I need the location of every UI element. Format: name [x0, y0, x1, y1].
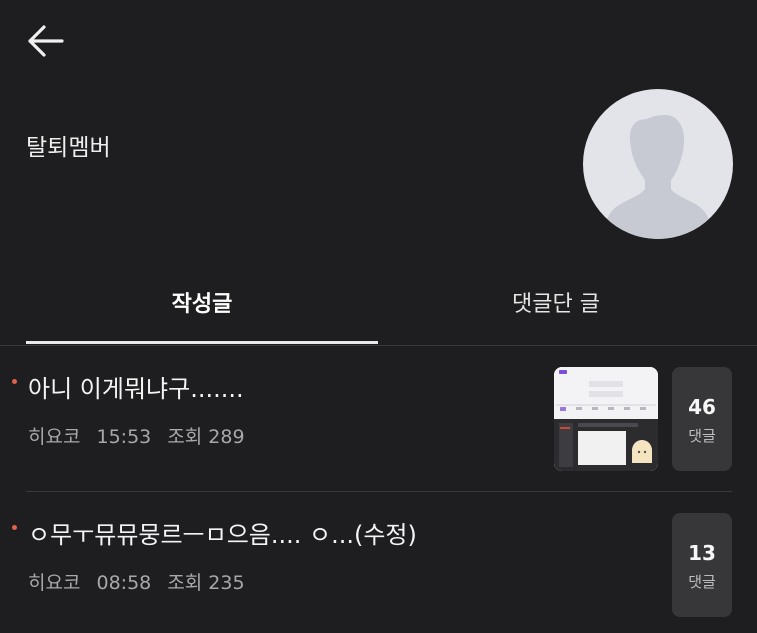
tab-written-posts[interactable]: 작성글 [26, 270, 378, 344]
active-tab-indicator [26, 341, 378, 344]
user-silhouette-icon [603, 115, 713, 239]
divider [26, 491, 732, 492]
post-time: 08:58 [96, 572, 152, 594]
list-item[interactable]: 아니 이게뭐냐구....... 히요코 15:53 조회 289 46 댓글 [12, 367, 732, 487]
post-author: 히요코 [28, 572, 81, 594]
tab-label: 작성글 [171, 292, 233, 317]
tab-bar: 작성글 댓글단 글 [0, 270, 757, 346]
post-meta: 히요코 08:58 조회 235 [28, 568, 255, 595]
post-thumbnail[interactable] [554, 367, 658, 471]
arrow-left-icon [28, 25, 64, 57]
profile-name: 탈퇴멤버 [26, 135, 111, 161]
tab-label: 댓글단 글 [512, 292, 600, 317]
post-views: 조회 289 [167, 426, 245, 448]
divider [0, 345, 757, 346]
post-author: 히요코 [28, 426, 81, 448]
comment-count: 13 [688, 541, 716, 565]
post-meta: 히요코 15:53 조회 289 [28, 422, 255, 449]
comment-count: 46 [688, 395, 716, 419]
comment-count-button[interactable]: 13 댓글 [672, 513, 732, 617]
post-title: ㅇ무ㅜ뮤뮤뭉르ㅡㅁ으음.... ㅇ...(수정) [28, 521, 417, 549]
comment-label: 댓글 [688, 427, 716, 445]
avatar[interactable] [583, 89, 733, 239]
screenshot-thumbnail-image [554, 367, 658, 471]
list-item[interactable]: ㅇ무ㅜ뮤뮤뭉르ㅡㅁ으음.... ㅇ...(수정) 히요코 08:58 조회 23… [12, 513, 732, 633]
post-views: 조회 235 [167, 572, 245, 594]
new-indicator-dot [12, 525, 17, 530]
back-button[interactable] [24, 22, 66, 60]
comment-label: 댓글 [688, 573, 716, 591]
post-title: 아니 이게뭐냐구....... [28, 375, 244, 403]
post-time: 15:53 [96, 426, 152, 448]
new-indicator-dot [12, 379, 17, 384]
tab-commented-posts[interactable]: 댓글단 글 [380, 270, 732, 344]
comment-count-button[interactable]: 46 댓글 [672, 367, 732, 471]
